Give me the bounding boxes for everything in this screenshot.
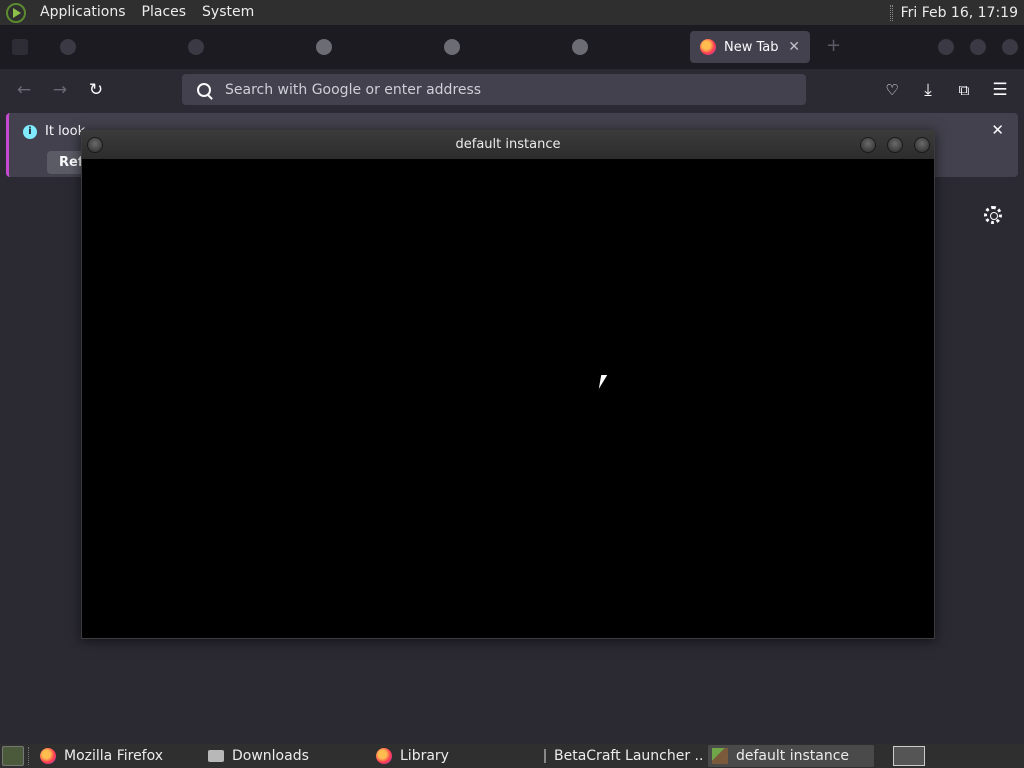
task-label: Mozilla Firefox (64, 748, 164, 764)
game-window[interactable]: default instance (81, 130, 935, 639)
minimize-icon[interactable] (860, 137, 876, 153)
clock[interactable]: Fri Feb 16, 17:19 (889, 4, 1024, 21)
top-panel: Applications Places System Fri Feb 16, 1… (0, 0, 1024, 25)
clock-text: Fri Feb 16, 17:19 (900, 4, 1018, 21)
window-menu-icon[interactable] (87, 137, 103, 153)
menu-applications[interactable]: Applications (32, 0, 134, 25)
task-library[interactable]: Library (372, 745, 532, 767)
back-arrow-icon[interactable]: ← (13, 79, 35, 101)
close-infobar-icon[interactable]: ✕ (991, 121, 1004, 139)
folder-icon (208, 750, 224, 762)
menu-system[interactable]: System (194, 0, 262, 25)
pocket-icon[interactable]: ♡ (881, 79, 903, 101)
game-window-title: default instance (455, 137, 561, 152)
firefox-icon (700, 39, 716, 55)
infobar-message: It look (45, 124, 86, 139)
search-icon (197, 82, 211, 97)
mouse-cursor-icon (598, 375, 614, 389)
task-label: Downloads (232, 748, 309, 764)
tab-bar: New Tab ✕ + (0, 25, 1024, 69)
tab-label: New Tab (724, 39, 779, 55)
maximize-icon[interactable] (887, 137, 903, 153)
firefox-icon (40, 748, 56, 764)
maximize-window-icon[interactable] (970, 39, 986, 55)
taskbar: Mozilla Firefox Downloads Library BetaCr… (0, 744, 1024, 768)
tab-5[interactable] (562, 31, 682, 63)
app-icon (188, 39, 204, 55)
extensions-icon[interactable]: ⧉ (953, 79, 975, 101)
github-icon (444, 39, 460, 55)
task-label: BetaCraft Launcher ... (554, 748, 704, 764)
address-bar[interactable]: Search with Google or enter address (182, 74, 806, 105)
workspace-switcher[interactable] (893, 746, 925, 766)
minecraft-icon (712, 748, 728, 764)
task-label: default instance (736, 748, 850, 764)
close-tab-icon[interactable]: ✕ (788, 39, 800, 55)
task-downloads[interactable]: Downloads (204, 745, 364, 767)
gear-icon[interactable] (984, 206, 1002, 224)
betacraft-icon (544, 749, 546, 763)
forward-arrow-icon[interactable]: → (49, 79, 71, 101)
task-label: Library (400, 748, 449, 764)
task-default-instance[interactable]: default instance (708, 745, 874, 767)
app-icon (60, 39, 76, 55)
minimize-window-icon[interactable] (938, 39, 954, 55)
new-tab-icon[interactable]: + (826, 37, 842, 55)
tab-3[interactable] (306, 31, 426, 63)
show-desktop-icon[interactable] (2, 746, 24, 766)
game-window-titlebar[interactable]: default instance (82, 131, 934, 159)
panel-grip-icon (889, 4, 893, 21)
tab-4[interactable] (434, 31, 554, 63)
address-placeholder: Search with Google or enter address (225, 81, 482, 98)
menu-hamburger-icon[interactable]: ☰ (989, 79, 1011, 101)
reload-icon[interactable]: ↻ (85, 79, 107, 101)
taskbar-separator (28, 747, 31, 765)
close-window-icon[interactable] (1002, 39, 1018, 55)
downloads-icon[interactable]: ⤓ (917, 79, 939, 101)
github-icon (316, 39, 332, 55)
info-icon: i (23, 125, 37, 139)
tab-overview-icon[interactable] (12, 39, 28, 55)
menu-places[interactable]: Places (134, 0, 195, 25)
task-betacraft-launcher[interactable]: BetaCraft Launcher ... (540, 745, 704, 767)
game-canvas[interactable] (82, 159, 934, 638)
navigation-bar: ← → ↻ Search with Google or enter addres… (0, 69, 1024, 111)
distro-logo-icon[interactable] (6, 2, 26, 23)
tab-new-tab[interactable]: New Tab ✕ (690, 31, 810, 63)
tab-1[interactable] (50, 31, 170, 63)
close-icon[interactable] (914, 137, 930, 153)
task-mozilla-firefox[interactable]: Mozilla Firefox (36, 745, 196, 767)
tab-2[interactable] (178, 31, 298, 63)
github-icon (572, 39, 588, 55)
firefox-icon (376, 748, 392, 764)
